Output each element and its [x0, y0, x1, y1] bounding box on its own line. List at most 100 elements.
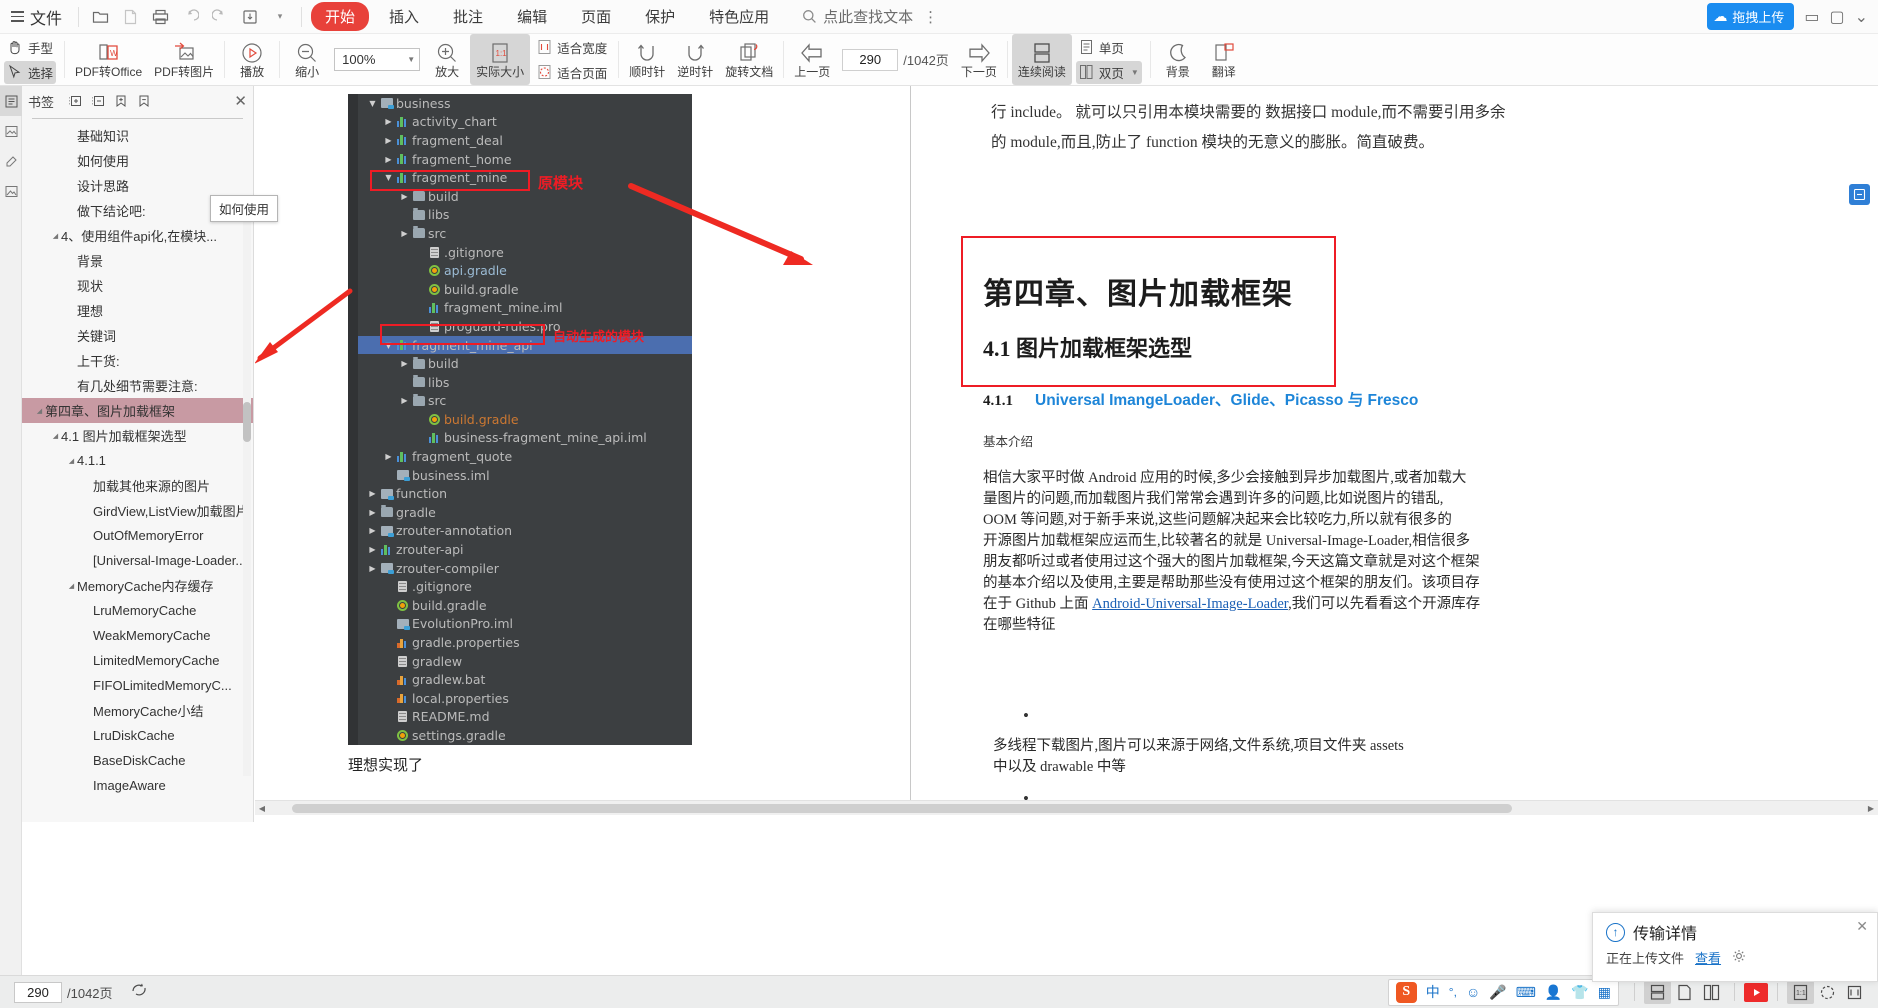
sogou-logo-icon[interactable]: S [1395, 981, 1417, 1003]
bookmark-item[interactable]: ▪GirdView,ListView加载图片 [22, 498, 253, 523]
rail-thumbnails-icon[interactable] [0, 116, 22, 146]
single-page-view-icon[interactable] [1671, 981, 1698, 1004]
bookmark-item[interactable]: ▪基础知识 [22, 123, 253, 148]
minimize-icon[interactable]: ▭ [1804, 7, 1819, 27]
twisty-icon[interactable]: ◢ [50, 232, 61, 240]
undo-icon[interactable] [175, 4, 205, 30]
rail-annotations-icon[interactable] [0, 146, 22, 176]
prev-page-button[interactable]: 上一页 [788, 34, 836, 85]
play-icon[interactable] [1744, 982, 1768, 1002]
tab-featured-apps[interactable]: 特色应用 [695, 3, 783, 30]
next-page-button[interactable]: 下一页 [955, 34, 1003, 85]
zoom-level-select[interactable]: 100% ▼ [334, 48, 421, 71]
transfer-view-link[interactable]: 查看 [1695, 948, 1721, 967]
fit-width-view-icon[interactable] [1841, 981, 1868, 1004]
close-bookmarks-icon[interactable]: ✕ [234, 92, 247, 110]
bookmark-item[interactable]: ▪LruDiskCache [22, 723, 253, 748]
actual-size-button[interactable]: 1:1 实际大小 [470, 34, 531, 85]
fit-page-view-icon[interactable] [1814, 981, 1841, 1004]
bookmark-item[interactable]: ◢ 第四章、图片加载框架 [22, 398, 253, 423]
comment-icon[interactable]: ▢ [1829, 7, 1844, 27]
tab-start[interactable]: 开始 [311, 2, 370, 31]
rotate-ccw-button[interactable]: 逆时针 [671, 34, 719, 85]
bookmark-item[interactable]: ▪OutOfMemoryError [22, 523, 253, 548]
page-number-input[interactable] [842, 48, 899, 71]
pdf-to-image-button[interactable]: PDF转图片 [148, 34, 220, 85]
scroll-right-arrow[interactable]: ▶ [1864, 804, 1878, 813]
continuous-read-button[interactable]: 连续阅读 [1011, 34, 1072, 85]
rail-bookmarks-icon[interactable] [0, 86, 22, 116]
rail-attachments-icon[interactable] [0, 176, 22, 206]
bookmark-item[interactable]: ▪背景 [22, 248, 253, 273]
bookmarks-list[interactable]: ▪基础知识▪如何使用▪设计思路▪做下结论吧:◢4、使用组件api化,在模块...… [22, 123, 253, 813]
open-folder-icon[interactable] [85, 4, 115, 30]
continuous-view-icon[interactable] [1644, 980, 1671, 1004]
chevron-down-icon[interactable]: ▾ [265, 4, 295, 30]
bookmark-item[interactable]: ▪关键词 [22, 323, 253, 348]
bookmarks-scrollbar-track[interactable] [243, 196, 251, 776]
tab-edit[interactable]: 编辑 [503, 3, 561, 30]
bookmark-item[interactable]: ▪如何使用 [22, 148, 253, 173]
actual-size-view-icon[interactable]: 1:1 [1787, 980, 1814, 1004]
ime-punctuation-toggle[interactable]: °, [1449, 985, 1457, 999]
translate-button[interactable]: 翻译 [1201, 34, 1247, 85]
play-button[interactable]: 播放 [229, 34, 275, 85]
bookmark-item[interactable]: ▪LruMemoryCache [22, 598, 253, 623]
save-icon[interactable] [235, 4, 265, 30]
bookmark-item[interactable]: ▪MemoryCache小结 [22, 698, 253, 723]
gear-icon[interactable] [1732, 949, 1746, 966]
pdf-to-office-button[interactable]: W PDF转Office [69, 34, 148, 85]
bookmark-item[interactable]: ▪有几处细节需要注意: [22, 373, 253, 398]
double-page-button[interactable]: 双页 ▼ [1075, 60, 1142, 84]
twisty-icon[interactable]: ◢ [50, 432, 61, 440]
hand-tool[interactable]: 手型 [4, 36, 56, 59]
select-tool[interactable]: 选择 [4, 60, 57, 84]
close-icon[interactable]: ✕ [1856, 918, 1868, 935]
bookmark-item[interactable]: ▪ImageAware [22, 773, 253, 798]
remove-bookmark-icon[interactable] [136, 93, 152, 109]
add-bookmark-icon[interactable] [113, 93, 129, 109]
horizontal-scrollbar[interactable]: ◀ ▶ [255, 800, 1878, 815]
github-link[interactable]: Android-Universal-Image-Loader [1092, 596, 1288, 612]
search-box[interactable]: 点此查找文本 [802, 6, 913, 27]
ime-account-icon[interactable]: 👤 [1545, 984, 1562, 1001]
bookmark-item[interactable]: ▪理想 [22, 298, 253, 323]
new-doc-icon[interactable] [115, 4, 145, 30]
ime-apps-icon[interactable]: ▦ [1598, 984, 1611, 1001]
scroll-thumb[interactable] [292, 803, 1512, 813]
tab-annotate[interactable]: 批注 [439, 3, 497, 30]
tab-page[interactable]: 页面 [567, 3, 625, 30]
expand-all-icon[interactable] [67, 93, 83, 109]
collapse-all-icon[interactable] [90, 93, 106, 109]
fit-page-button[interactable]: 适合页面 [534, 61, 610, 84]
bookmark-item[interactable]: ▪BaseDiskCache [22, 748, 253, 773]
menu-hamburger-icon[interactable] [6, 11, 28, 22]
print-icon[interactable] [145, 4, 175, 30]
zoom-in-button[interactable]: 放大 [424, 34, 470, 85]
menu-file[interactable]: 文件 [28, 5, 72, 29]
bookmark-item[interactable]: ▪上干货: [22, 348, 253, 373]
scroll-left-arrow[interactable]: ◀ [255, 804, 269, 813]
ime-chinese-toggle[interactable]: 中 [1426, 982, 1440, 1002]
menu-overflow-icon[interactable]: ⋮ [923, 8, 939, 26]
bookmark-item[interactable]: ▪LimitedMemoryCache [22, 648, 253, 673]
ime-keyboard-icon[interactable]: ⌨ [1516, 984, 1536, 1001]
bookmark-item[interactable]: ▪[Universal-Image-Loader... [22, 548, 253, 573]
rotate-doc-button[interactable]: 旋转文档 [719, 34, 779, 85]
bookmark-item[interactable]: ◢ 4.1 图片加载框架选型 [22, 423, 253, 448]
status-page-input[interactable]: 290 [14, 981, 62, 1003]
zoom-out-button[interactable]: 缩小 [284, 34, 330, 85]
chevron-down-icon[interactable]: ▼ [1131, 68, 1139, 77]
bookmark-item[interactable]: ▪WeakMemoryCache [22, 623, 253, 648]
ime-skin-icon[interactable]: 👕 [1571, 984, 1588, 1001]
bookmarks-scrollbar-thumb[interactable] [243, 402, 251, 442]
float-action-icon[interactable] [1849, 184, 1870, 205]
scroll-track[interactable] [269, 803, 1864, 814]
refresh-icon[interactable] [131, 982, 149, 1003]
bookmark-item[interactable]: ◢ MemoryCache内存缓存 [22, 573, 253, 598]
tab-protect[interactable]: 保护 [631, 3, 689, 30]
bookmark-item[interactable]: ◢ 4、使用组件api化,在模块... [22, 223, 253, 248]
bookmark-item[interactable]: ▪加载其他来源的图片 [22, 473, 253, 498]
twisty-icon[interactable]: ◢ [66, 582, 77, 590]
single-page-button[interactable]: 单页 [1076, 36, 1142, 59]
